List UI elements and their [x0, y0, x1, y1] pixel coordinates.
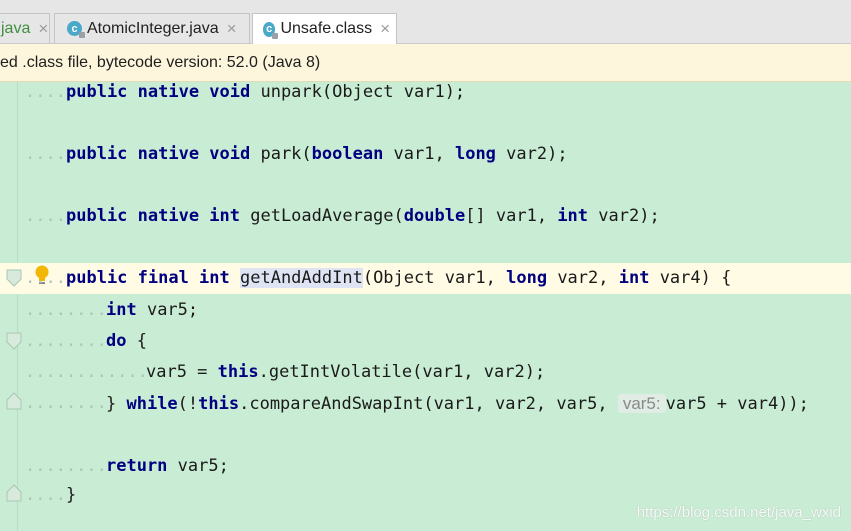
keyword: while	[126, 394, 178, 414]
code-line: .... public native int getLoadAverage(do…	[0, 201, 851, 232]
keyword: do	[106, 331, 127, 351]
code-token: var2);	[588, 206, 660, 226]
indent-guide: ....	[25, 485, 66, 505]
code-line: .... public native void unpark(Object va…	[0, 77, 851, 108]
tab-unsafe-class-label: Unsafe.class	[280, 20, 373, 37]
keyword: public native void	[66, 144, 261, 164]
code-line: ........ return var5;	[0, 451, 851, 482]
code-text: return var5;	[106, 451, 229, 482]
code-text: }	[66, 480, 76, 511]
indent-guide: ........	[25, 393, 107, 413]
indent-guide: ....	[25, 82, 66, 102]
code-text: int var5;	[106, 295, 198, 326]
class-file-icon: c	[67, 21, 85, 38]
code-token: getLoadAverage(	[250, 206, 404, 226]
tab-java[interactable]: java ×	[0, 13, 50, 43]
banner-text: ed .class file, bytecode version: 52.0 (…	[0, 53, 321, 71]
keyword: boolean	[311, 144, 384, 164]
code-text: var5 = this.getIntVolatile(var1, var2);	[146, 357, 545, 388]
code-token: var4) {	[649, 268, 732, 288]
keyword: public native void	[66, 82, 261, 102]
code-text: public native void unpark(Object var1);	[66, 77, 465, 108]
keyword: int	[618, 268, 650, 288]
keyword: int	[557, 206, 589, 226]
code-token: park(	[260, 144, 312, 164]
code-token: var5;	[136, 300, 199, 320]
code-token: (Object var1,	[362, 268, 507, 288]
parameter-hint: var5:	[617, 394, 666, 413]
watermark: https://blog.csdn.net/java_wxid	[636, 504, 841, 521]
code-line: .... public native void park(boolean var…	[0, 139, 851, 170]
keyword: int	[106, 300, 137, 320]
indent-guide: ........	[25, 300, 107, 320]
code-line: ........ do {	[0, 326, 851, 357]
code-line: ............ var5 = this.getIntVolatile(…	[0, 357, 851, 388]
code-text: public final int getAndAddInt(Object var…	[66, 263, 731, 294]
code-token: var5 + var4));	[665, 394, 809, 414]
editor-tab-bar: java × c AtomicInteger.java × c Unsafe.c…	[0, 0, 851, 44]
close-icon[interactable]: ×	[380, 19, 390, 39]
indent-guide: ....	[25, 144, 66, 164]
current-code-line: .... public final int getAndAddInt(Objec…	[0, 263, 851, 294]
close-icon[interactable]: ×	[227, 19, 237, 39]
code-token: var5;	[167, 456, 229, 476]
keyword: return	[106, 456, 168, 476]
indent-guide: ........	[25, 456, 107, 476]
indent-guide: ............	[25, 362, 148, 382]
tab-atomicinteger[interactable]: c AtomicInteger.java ×	[54, 13, 250, 43]
code-token: {	[126, 331, 147, 351]
code-token: (!	[177, 394, 199, 414]
code-text: do {	[106, 326, 147, 357]
fold-end-marker-icon[interactable]	[6, 484, 22, 502]
indent-guide: ....	[25, 268, 66, 288]
code-line: ........ } while(!this.compareAndSwapInt…	[0, 388, 851, 419]
code-token: .compareAndSwapInt(var1, var2, var5,	[239, 394, 618, 414]
code-text: public native void park(boolean var1, lo…	[66, 139, 568, 170]
code-token: var1,	[383, 144, 455, 164]
code-token: .getIntVolatile(var1, var2);	[258, 362, 546, 382]
keyword: long	[454, 144, 496, 164]
method-name-highlight[interactable]: getAndAddInt	[240, 268, 363, 288]
code-text: public native int getLoadAverage(double[…	[66, 201, 660, 232]
fold-marker-icon[interactable]	[6, 269, 22, 287]
keyword: this	[198, 394, 240, 414]
code-token: var5 =	[146, 362, 218, 382]
code-token: [] var1,	[465, 206, 558, 226]
code-token: var2);	[495, 144, 568, 164]
indent-guide: ....	[25, 206, 66, 226]
code-token: var2,	[547, 268, 619, 288]
keyword: this	[217, 362, 259, 382]
tab-atomicinteger-label: AtomicInteger.java	[87, 19, 219, 37]
class-file-icon: c	[263, 21, 280, 39]
keyword: public final int	[66, 268, 240, 288]
keyword: public native int	[66, 206, 251, 226]
tab-java-label: java	[1, 19, 31, 37]
keyword: long	[506, 268, 548, 288]
keyword: double	[403, 206, 466, 226]
fold-end-marker-icon[interactable]	[6, 392, 22, 410]
code-text: } while(!this.compareAndSwapInt(var1, va…	[106, 388, 809, 419]
code-line: ........ int var5;	[0, 295, 851, 326]
code-token: }	[106, 394, 127, 414]
code-token: }	[66, 485, 77, 505]
tab-unsafe-class[interactable]: c Unsafe.class ×	[252, 13, 397, 44]
code-editor[interactable]: .... public native void unpark(Object va…	[0, 82, 851, 531]
indent-guide: ........	[25, 331, 107, 351]
fold-marker-icon[interactable]	[6, 332, 22, 350]
close-icon[interactable]: ×	[38, 19, 48, 39]
code-token: unpark(Object var1);	[260, 82, 466, 102]
